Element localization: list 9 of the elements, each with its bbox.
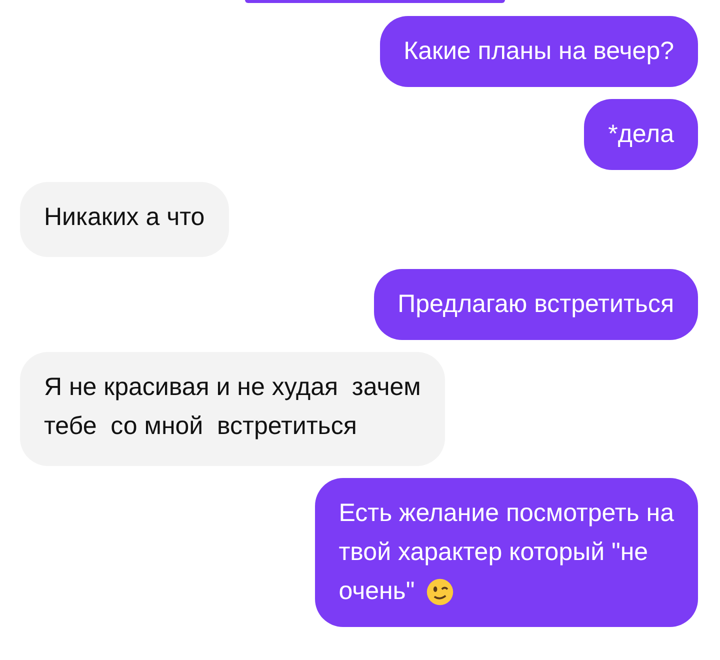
- message-text: Никаких а что: [44, 202, 205, 233]
- message-text: Предлагаю встретиться: [398, 289, 674, 320]
- message-text: Есть желание посмотреть на: [338, 498, 674, 529]
- message-text: Какие планы на вечер?: [404, 36, 674, 67]
- message-text: очень": [338, 576, 415, 607]
- message-text: Я не красивая и не худая зачем: [44, 372, 421, 403]
- message-text: *дела: [608, 119, 674, 150]
- message-text: тебе со мной встретиться: [44, 411, 357, 442]
- message-text: твой характер который "не: [338, 537, 648, 568]
